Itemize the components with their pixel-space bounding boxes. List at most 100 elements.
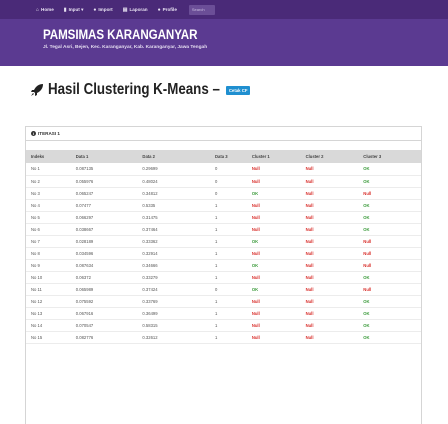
row-data-2: 0.33279: [142, 274, 158, 280]
row-data-1: 0.087135: [75, 166, 94, 172]
row-cluster-3: Null: [363, 286, 372, 292]
row-cluster-3: OK: [363, 334, 370, 340]
table-row: No 9 0.087634 0.34666 1 OK Null Null: [26, 259, 421, 271]
row-cluster-1: Null: [251, 310, 260, 316]
row-cluster-2: Null: [305, 274, 314, 280]
row-data-1: 0.055976: [75, 178, 94, 184]
row-cluster-2: Null: [305, 178, 314, 184]
nav-home-label: Home: [41, 7, 54, 12]
column-header: Cluster 2: [305, 154, 324, 159]
clustering-table: Indeks Data 1 Data 2 Data 3 Cluster 1 Cl…: [26, 150, 421, 344]
column-header: Cluster 1: [251, 154, 270, 159]
row-index: No 6: [31, 226, 40, 232]
nav-import[interactable]: ● Import: [93, 7, 112, 13]
table-row: No 14 0.070547 0.58315 1 Null Null OK: [26, 319, 421, 331]
user-icon: ●: [93, 6, 97, 13]
row-data-2: 0.5335: [142, 202, 156, 208]
page-heading-row: Hasil Clustering K-Means – Cetak CF: [0, 80, 448, 100]
row-cluster-1: OK: [251, 190, 259, 196]
row-data-3: 0: [214, 190, 218, 196]
row-cluster-3: Null: [363, 250, 372, 256]
table-body: No 1 0.087135 0.29699 0 Null Null OK No 2 0.0559…: [26, 163, 421, 343]
table-row: No 2 0.055976 0.48024 0 Null Null OK: [26, 175, 421, 187]
table-row: No 3 0.065247 0.34812 0 OK Null Null: [26, 187, 421, 199]
row-data-1: 0.07477: [75, 202, 91, 208]
column-header: Indeks: [31, 154, 45, 159]
row-data-3: 0: [214, 286, 218, 292]
top-navbar: ⌂ Home ▮ Input ▾ ● Import ▤ Laporan ● Profile…: [0, 0, 448, 19]
row-cluster-3: OK: [363, 298, 370, 304]
table-header-row: Indeks Data 1 Data 2 Data 3 Cluster 1 Cl…: [26, 150, 421, 163]
row-cluster-2: Null: [305, 202, 314, 208]
row-data-3: 1: [214, 274, 218, 280]
row-index: No 3: [31, 190, 40, 196]
nav-profile-label: Profile: [162, 7, 177, 12]
row-cluster-2: Null: [305, 238, 314, 244]
row-data-2: 0.36499: [142, 310, 158, 316]
row-data-3: 1: [214, 262, 218, 268]
chart-icon: ▮: [63, 6, 67, 13]
row-data-2: 0.29699: [142, 166, 158, 172]
profile-icon: ●: [157, 6, 161, 13]
row-data-2: 0.32612: [142, 334, 158, 340]
row-data-3: 1: [214, 322, 218, 328]
row-cluster-3: Null: [363, 190, 372, 196]
row-data-1: 0.06372: [75, 274, 91, 280]
row-cluster-3: OK: [363, 214, 370, 220]
row-cluster-1: Null: [251, 226, 260, 232]
iteration-panel: i ITERASI 1 Indeks Data 1 Data 2 Data 3 …: [25, 126, 422, 424]
row-index: No 14: [31, 322, 43, 328]
table-row: No 11 0.065989 0.37424 0 OK Null Null: [26, 283, 421, 295]
row-data-2: 0.31475: [142, 214, 158, 220]
nav-input-dropdown[interactable]: ▮ Input ▾: [64, 7, 84, 13]
table-row: No 12 0.075592 0.33769 1 Null Null OK: [26, 295, 421, 307]
row-cluster-2: Null: [305, 298, 314, 304]
table-row: No 5 0.066297 0.31475 1 Null Null OK: [26, 211, 421, 223]
rocket-icon: [31, 84, 43, 96]
row-cluster-1: OK: [251, 286, 259, 292]
home-icon: ⌂: [36, 6, 40, 13]
nav-home[interactable]: ⌂ Home: [36, 7, 54, 13]
row-data-1: 0.065989: [75, 286, 94, 292]
row-cluster-1: Null: [251, 322, 260, 328]
nav-profile[interactable]: ● Profile: [158, 7, 177, 13]
row-data-1: 0.075592: [75, 298, 94, 304]
row-cluster-1: Null: [251, 274, 260, 280]
row-data-1: 0.070547: [75, 322, 94, 328]
row-index: No 9: [31, 262, 40, 268]
nav-laporan-label: Laporan: [129, 7, 148, 12]
row-cluster-3: Null: [363, 262, 372, 268]
row-index: No 10: [31, 274, 43, 280]
row-index: No 7: [31, 238, 40, 244]
row-data-1: 0.087634: [75, 262, 94, 268]
row-cluster-2: Null: [305, 322, 314, 328]
row-data-1: 0.038667: [75, 226, 94, 232]
search-input[interactable]: Search: [188, 4, 215, 15]
row-data-2: 0.37424: [142, 286, 158, 292]
column-header: Data 3: [214, 154, 228, 159]
row-data-1: 0.066297: [75, 214, 94, 220]
row-cluster-2: Null: [305, 262, 314, 268]
panel-title: ITERASI 1: [38, 131, 60, 136]
table-row: No 13 0.067916 0.36499 1 Null Null OK: [26, 307, 421, 319]
row-cluster-3: OK: [363, 274, 370, 280]
row-data-2: 0.33769: [142, 298, 158, 304]
row-cluster-1: Null: [251, 202, 260, 208]
table-row: No 15 0.082776 0.32612 1 Null Null OK: [26, 331, 421, 343]
row-cluster-3: OK: [363, 178, 370, 184]
row-data-1: 0.034596: [75, 250, 94, 256]
row-cluster-1: Null: [251, 250, 260, 256]
row-index: No 5: [31, 214, 40, 220]
row-cluster-2: Null: [305, 226, 314, 232]
row-cluster-2: Null: [305, 190, 314, 196]
print-button[interactable]: Cetak CF: [225, 85, 251, 95]
row-data-2: 0.33362: [142, 238, 158, 244]
nav-laporan[interactable]: ▤ Laporan: [123, 7, 148, 13]
row-index: No 13: [31, 310, 43, 316]
row-cluster-2: Null: [305, 334, 314, 340]
row-index: No 2: [31, 178, 40, 184]
row-cluster-3: Null: [363, 238, 372, 244]
row-cluster-3: OK: [363, 322, 370, 328]
row-data-3: 1: [214, 334, 218, 340]
row-data-2: 0.37464: [142, 226, 158, 232]
